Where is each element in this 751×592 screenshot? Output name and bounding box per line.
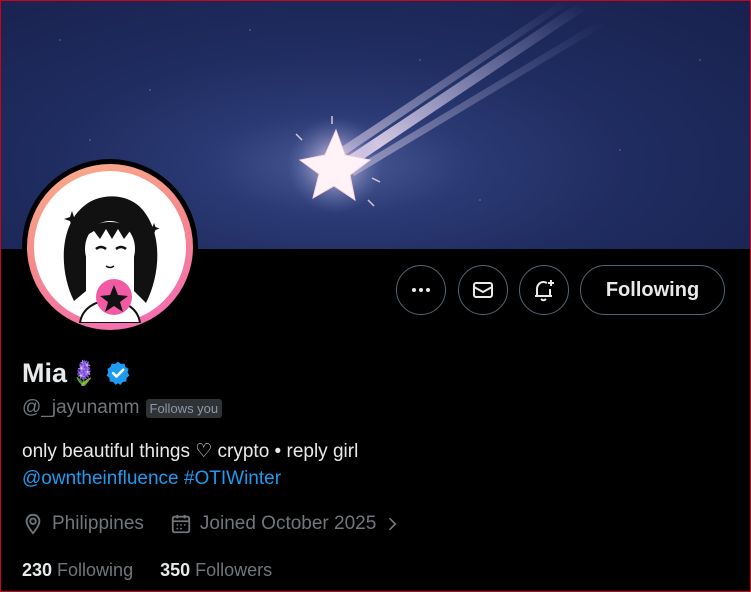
- followers-count: 350: [160, 560, 191, 580]
- follow-stats: 230 Following 350 Followers: [22, 560, 272, 581]
- following-count: 230: [22, 560, 53, 580]
- follows-you-badge: Follows you: [145, 398, 223, 418]
- following-label: Following: [57, 560, 134, 580]
- location-pin-icon: [25, 513, 41, 535]
- avatar-illustration: [34, 171, 186, 323]
- profile-meta: Philippines Joined October 2025: [22, 511, 410, 537]
- location-text: Philippines: [52, 513, 144, 534]
- profile-name-row: Mia 🪻: [22, 357, 131, 389]
- hyacinth-emoji: 🪻: [69, 359, 99, 387]
- following-count-link[interactable]: 230 Following: [22, 560, 133, 581]
- more-options-button[interactable]: [396, 265, 446, 315]
- calendar-icon: [171, 514, 191, 534]
- following-button[interactable]: Following: [580, 265, 725, 315]
- bio-links: @owntheinfluence #OTIWinter: [22, 467, 281, 491]
- profile-avatar[interactable]: [22, 159, 198, 335]
- display-name: Mia: [22, 357, 68, 388]
- followers-count-link[interactable]: 350 Followers: [160, 560, 272, 581]
- followers-label: Followers: [195, 560, 273, 580]
- joined-text: Joined October 2025: [199, 513, 377, 534]
- mention-link[interactable]: @owntheinfluence: [22, 468, 179, 489]
- profile-bio: only beautiful things ♡ crypto • reply g…: [22, 441, 359, 462]
- username-handle: @_jayunamm: [22, 397, 140, 418]
- verified-badge-icon[interactable]: [105, 360, 131, 386]
- handle-row: @_jayunamm Follows you: [22, 396, 223, 420]
- location-item: Philippines: [22, 513, 144, 535]
- chevron-right-icon: [389, 517, 397, 531]
- message-button[interactable]: [458, 265, 508, 315]
- envelope-icon: [473, 282, 493, 298]
- joined-item[interactable]: Joined October 2025: [170, 513, 410, 535]
- bell-plus-icon: [535, 280, 554, 302]
- more-horizontal-icon: [412, 288, 430, 292]
- notifications-button[interactable]: [519, 265, 569, 315]
- hashtag-link[interactable]: #OTIWinter: [184, 468, 281, 489]
